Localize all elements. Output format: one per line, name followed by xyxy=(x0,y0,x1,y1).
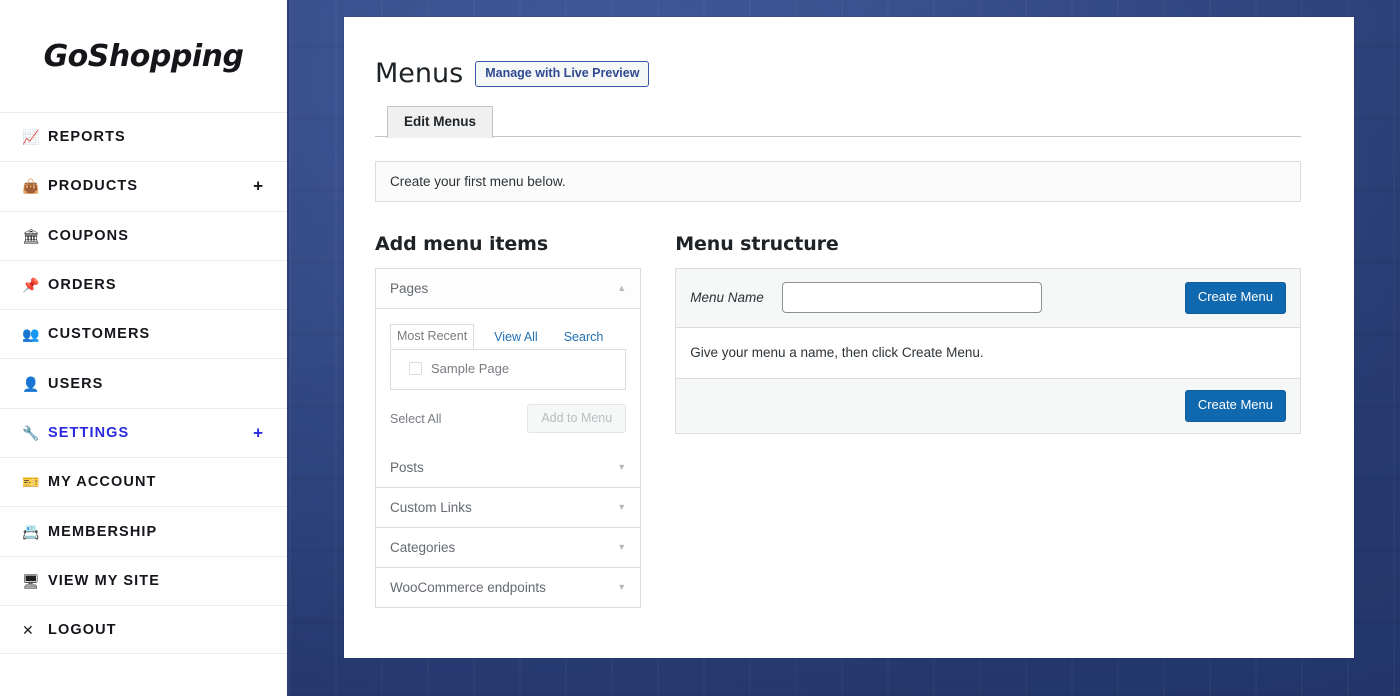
sidebar-item-label: ORDERS xyxy=(48,277,117,294)
menu-structure-heading: Menu structure xyxy=(675,233,839,255)
chevron-down-icon: ▼ xyxy=(617,462,627,472)
chevron-down-icon: ▼ xyxy=(617,582,627,592)
wrench-icon: 🔧 xyxy=(22,424,40,441)
person-icon: 👤 xyxy=(22,375,40,392)
accordion-header-pages[interactable]: Pages ▲ xyxy=(376,269,641,309)
sidebar-item-products[interactable]: 👜 PRODUCTS + xyxy=(0,161,287,210)
sidebar-item-my-account[interactable]: 🎫 MY ACCOUNT xyxy=(0,457,287,506)
add-menu-items-accordion: Pages ▲ Most Recent View All Search Sample… xyxy=(375,268,642,608)
membership-card-icon: 📇 xyxy=(22,523,40,540)
page-header: Menus Manage with Live Preview xyxy=(375,60,1301,87)
pages-tab-search[interactable]: Search xyxy=(558,326,610,349)
sidebar-item-label: MEMBERSHIP xyxy=(48,523,158,540)
sidebar-item-reports[interactable]: 📈 REPORTS xyxy=(0,112,287,161)
menu-structure-footer: Create Menu xyxy=(676,377,1300,433)
accordion-header-posts[interactable]: Posts ▼ xyxy=(376,448,641,487)
create-menu-button-top[interactable]: Create Menu xyxy=(1184,282,1286,314)
chevron-up-icon: ▲ xyxy=(617,283,627,293)
sidebar: GoShopping 📈 REPORTS 👜 PRODUCTS + 🏛 COUPONS 📌 OR… xyxy=(0,0,289,696)
menu-name-row: Menu Name Create Menu xyxy=(676,269,1300,328)
accordion-header-categories[interactable]: Categories ▼ xyxy=(376,528,641,567)
sidebar-item-label: COUPONS xyxy=(48,227,130,244)
sidebar-item-label: VIEW MY SITE xyxy=(48,572,161,589)
create-menu-button-bottom[interactable]: Create Menu xyxy=(1184,389,1286,422)
sidebar-item-users[interactable]: 👤 USERS xyxy=(0,358,287,407)
menu-name-input[interactable] xyxy=(782,282,1043,314)
sidebar-item-customers[interactable]: 👥 CUSTOMERS xyxy=(0,309,287,358)
accordion-item-woocommerce-endpoints: WooCommerce endpoints ▼ xyxy=(376,567,641,607)
content-card: Menus Manage with Live Preview Edit Menu… xyxy=(344,17,1354,658)
sidebar-item-coupons[interactable]: 🏛 COUPONS xyxy=(0,210,287,260)
accordion-item-posts: Posts ▼ xyxy=(376,448,641,487)
sidebar-nav-list: 📈 REPORTS 👜 PRODUCTS + 🏛 COUPONS 📌 ORDERS 👥 CUSTOM… xyxy=(0,112,287,655)
menu-structure-column: Menu structure Menu Name Create Menu Giv… xyxy=(675,233,1301,608)
sidebar-item-label: MY ACCOUNT xyxy=(48,474,157,491)
sidebar-item-label: LOGOUT xyxy=(48,621,117,638)
accordion-body-pages: Most Recent View All Search Sample Page Se… xyxy=(376,309,640,448)
sidebar-item-view-my-site[interactable]: 🖥 VIEW MY SITE xyxy=(0,555,287,605)
accordion-item-pages: Pages ▲ Most Recent View All Search Sample… xyxy=(376,269,641,448)
tab-bar: Edit Menus xyxy=(375,106,1301,138)
sidebar-item-label: USERS xyxy=(48,375,104,392)
pushpin-icon: 📌 xyxy=(22,277,40,294)
add-menu-items-heading: Add menu items xyxy=(375,233,549,255)
sidebar-item-label: REPORTS xyxy=(48,129,126,146)
sidebar-item-label: CUSTOMERS xyxy=(48,326,151,343)
menu-structure-hint: Give your menu a name, then click Create… xyxy=(676,327,1300,378)
brand-logo: GoShopping xyxy=(43,38,244,74)
accordion-header-custom-links[interactable]: Custom Links ▼ xyxy=(376,488,641,527)
sidebar-item-orders[interactable]: 📌 ORDERS xyxy=(0,259,287,309)
close-x-icon: ✕ xyxy=(22,621,34,638)
accordion-label: Posts xyxy=(390,460,424,475)
chevron-down-icon: ▼ xyxy=(617,502,627,512)
expand-plus-icon[interactable]: + xyxy=(253,178,263,195)
sidebar-item-membership[interactable]: 📇 MEMBERSHIP xyxy=(0,506,287,555)
monitor-icon: 🖥 xyxy=(22,572,40,589)
id-card-icon: 🎫 xyxy=(22,474,40,491)
collapsed-accordion-panels: Posts ▼ Custom Links ▼ Categories ▼ WooCommerc… xyxy=(376,448,641,607)
pages-footer: Select All Add to Menu xyxy=(390,390,627,448)
accordion-header-woocommerce-endpoints[interactable]: WooCommerce endpoints ▼ xyxy=(376,568,641,607)
accordion-label-pages: Pages xyxy=(390,281,429,296)
pages-tab-most-recent[interactable]: Most Recent xyxy=(390,324,475,349)
select-all-link[interactable]: Select All xyxy=(390,412,441,426)
expand-plus-icon[interactable]: + xyxy=(253,424,263,441)
tab-edit-menus[interactable]: Edit Menus xyxy=(387,106,494,138)
manage-with-live-preview-button[interactable]: Manage with Live Preview xyxy=(475,60,650,87)
menu-structure-panel: Menu Name Create Menu Give your menu a n… xyxy=(675,268,1301,434)
bag-icon: 👜 xyxy=(22,178,40,195)
checkbox-sample-page[interactable] xyxy=(409,362,422,375)
page-title: Menus xyxy=(375,58,464,89)
coupons-icon: 🏛 xyxy=(22,227,40,244)
accordion-label: Custom Links xyxy=(390,500,472,515)
sidebar-item-logout[interactable]: ✕ LOGOUT xyxy=(0,604,287,655)
people-icon: 👥 xyxy=(22,326,40,343)
menu-name-label: Menu Name xyxy=(690,290,764,306)
notice-create-first-menu: Create your first menu below. xyxy=(375,161,1301,202)
accordion-label: WooCommerce endpoints xyxy=(390,580,546,595)
sidebar-item-label: SETTINGS xyxy=(48,424,130,441)
chart-icon: 📈 xyxy=(22,129,40,146)
list-item-label: Sample Page xyxy=(431,361,510,376)
chevron-down-icon: ▼ xyxy=(617,542,627,552)
accordion-item-categories: Categories ▼ xyxy=(376,527,641,567)
list-item[interactable]: Sample Page xyxy=(403,361,613,376)
add-menu-items-column: Add menu items Pages ▲ Most Recent View A… xyxy=(375,233,642,608)
app-root: GoShopping 📈 REPORTS 👜 PRODUCTS + 🏛 COUPONS 📌 OR… xyxy=(0,0,1400,696)
pages-item-list: Sample Page xyxy=(390,349,627,390)
pages-tab-list: Most Recent View All Search xyxy=(390,324,627,350)
add-to-menu-button[interactable]: Add to Menu xyxy=(527,404,627,433)
sidebar-item-settings[interactable]: 🔧 SETTINGS + xyxy=(0,407,287,457)
pages-tab-view-all[interactable]: View All xyxy=(488,326,544,349)
accordion-label: Categories xyxy=(390,540,456,555)
sidebar-item-label: PRODUCTS xyxy=(48,178,139,195)
accordion-item-custom-links: Custom Links ▼ xyxy=(376,487,641,527)
